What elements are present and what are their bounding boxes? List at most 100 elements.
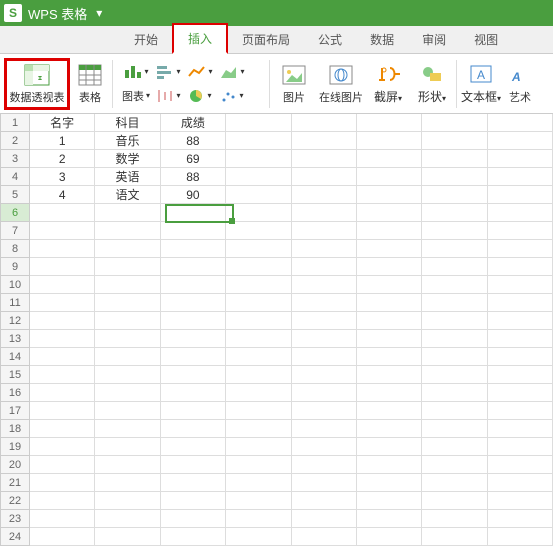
chart-button[interactable]: 图表▾ bbox=[121, 85, 151, 107]
cell[interactable]: 88 bbox=[161, 168, 226, 186]
cell[interactable] bbox=[95, 276, 160, 294]
cell[interactable] bbox=[161, 384, 226, 402]
cell[interactable]: 3 bbox=[30, 168, 95, 186]
cell[interactable]: 90 bbox=[161, 186, 226, 204]
cell[interactable] bbox=[357, 402, 422, 420]
cell[interactable] bbox=[357, 312, 422, 330]
cell[interactable] bbox=[292, 240, 357, 258]
row-header[interactable]: 7 bbox=[0, 222, 30, 240]
cell[interactable] bbox=[488, 474, 553, 492]
row-header[interactable]: 20 bbox=[0, 456, 30, 474]
tab-insert[interactable]: 插入 bbox=[172, 23, 228, 54]
cell[interactable] bbox=[292, 456, 357, 474]
cell[interactable] bbox=[357, 204, 422, 222]
cell[interactable] bbox=[30, 528, 95, 546]
cell[interactable] bbox=[30, 294, 95, 312]
cell[interactable] bbox=[292, 294, 357, 312]
cell[interactable] bbox=[488, 222, 553, 240]
cell[interactable] bbox=[357, 276, 422, 294]
cell[interactable] bbox=[422, 186, 487, 204]
cell[interactable] bbox=[30, 240, 95, 258]
cell[interactable]: 科目 bbox=[95, 114, 160, 132]
cell[interactable] bbox=[422, 438, 487, 456]
cell[interactable] bbox=[95, 240, 160, 258]
cell[interactable] bbox=[292, 312, 357, 330]
cell[interactable] bbox=[226, 312, 291, 330]
cell[interactable] bbox=[422, 330, 487, 348]
cell[interactable]: 4 bbox=[30, 186, 95, 204]
cell[interactable] bbox=[357, 168, 422, 186]
cell[interactable]: 数学 bbox=[95, 150, 160, 168]
cell[interactable] bbox=[30, 366, 95, 384]
cell[interactable] bbox=[292, 186, 357, 204]
cell[interactable] bbox=[30, 204, 95, 222]
cell[interactable] bbox=[161, 312, 226, 330]
cell[interactable] bbox=[161, 276, 226, 294]
cell[interactable]: 成绩 bbox=[161, 114, 226, 132]
cell[interactable] bbox=[226, 204, 291, 222]
cell[interactable] bbox=[422, 222, 487, 240]
cell[interactable] bbox=[422, 312, 487, 330]
cell[interactable] bbox=[226, 420, 291, 438]
row-header[interactable]: 16 bbox=[0, 384, 30, 402]
cell[interactable] bbox=[161, 438, 226, 456]
cell[interactable] bbox=[95, 474, 160, 492]
cell[interactable] bbox=[292, 204, 357, 222]
cell[interactable] bbox=[357, 294, 422, 312]
online-image-button[interactable]: 在线图片 bbox=[316, 63, 366, 105]
cell[interactable] bbox=[357, 528, 422, 546]
cell[interactable] bbox=[226, 132, 291, 150]
cell[interactable] bbox=[161, 330, 226, 348]
cell[interactable] bbox=[422, 348, 487, 366]
cell[interactable] bbox=[488, 348, 553, 366]
row-header[interactable]: 10 bbox=[0, 276, 30, 294]
cell[interactable] bbox=[95, 222, 160, 240]
cell[interactable] bbox=[292, 258, 357, 276]
cell[interactable] bbox=[422, 456, 487, 474]
row-header[interactable]: 6 bbox=[0, 204, 30, 222]
line-chart-button[interactable]: ▾ bbox=[185, 61, 215, 83]
cell[interactable] bbox=[422, 114, 487, 132]
row-header[interactable]: 5 bbox=[0, 186, 30, 204]
row-header[interactable]: 23 bbox=[0, 510, 30, 528]
cell[interactable]: 88 bbox=[161, 132, 226, 150]
cell[interactable] bbox=[422, 474, 487, 492]
cell[interactable] bbox=[226, 330, 291, 348]
cell[interactable]: 语文 bbox=[95, 186, 160, 204]
cell[interactable] bbox=[226, 294, 291, 312]
cell[interactable] bbox=[422, 276, 487, 294]
cell[interactable] bbox=[357, 510, 422, 528]
row-header[interactable]: 22 bbox=[0, 492, 30, 510]
cell[interactable] bbox=[226, 276, 291, 294]
cell[interactable] bbox=[422, 402, 487, 420]
textbox-button[interactable]: A 文本框▾ bbox=[459, 62, 503, 105]
cell[interactable] bbox=[161, 258, 226, 276]
cell[interactable] bbox=[30, 474, 95, 492]
row-header[interactable]: 4 bbox=[0, 168, 30, 186]
cell[interactable]: 英语 bbox=[95, 168, 160, 186]
cell[interactable] bbox=[30, 258, 95, 276]
cell[interactable] bbox=[30, 276, 95, 294]
cell[interactable] bbox=[357, 420, 422, 438]
row-header[interactable]: 19 bbox=[0, 438, 30, 456]
cell[interactable] bbox=[488, 366, 553, 384]
cell[interactable] bbox=[292, 420, 357, 438]
cell[interactable] bbox=[488, 510, 553, 528]
cell[interactable] bbox=[95, 366, 160, 384]
cell[interactable] bbox=[422, 492, 487, 510]
cell[interactable] bbox=[488, 240, 553, 258]
cell[interactable] bbox=[161, 456, 226, 474]
cell[interactable] bbox=[161, 474, 226, 492]
cell[interactable] bbox=[357, 384, 422, 402]
cell[interactable] bbox=[30, 384, 95, 402]
cell[interactable] bbox=[488, 312, 553, 330]
cell[interactable] bbox=[30, 438, 95, 456]
cell[interactable] bbox=[422, 366, 487, 384]
cell[interactable] bbox=[422, 420, 487, 438]
cell[interactable] bbox=[357, 438, 422, 456]
cell[interactable] bbox=[292, 150, 357, 168]
row-header[interactable]: 8 bbox=[0, 240, 30, 258]
bar-chart-button[interactable]: ▾ bbox=[153, 61, 183, 83]
cell[interactable] bbox=[292, 528, 357, 546]
cell[interactable] bbox=[357, 132, 422, 150]
